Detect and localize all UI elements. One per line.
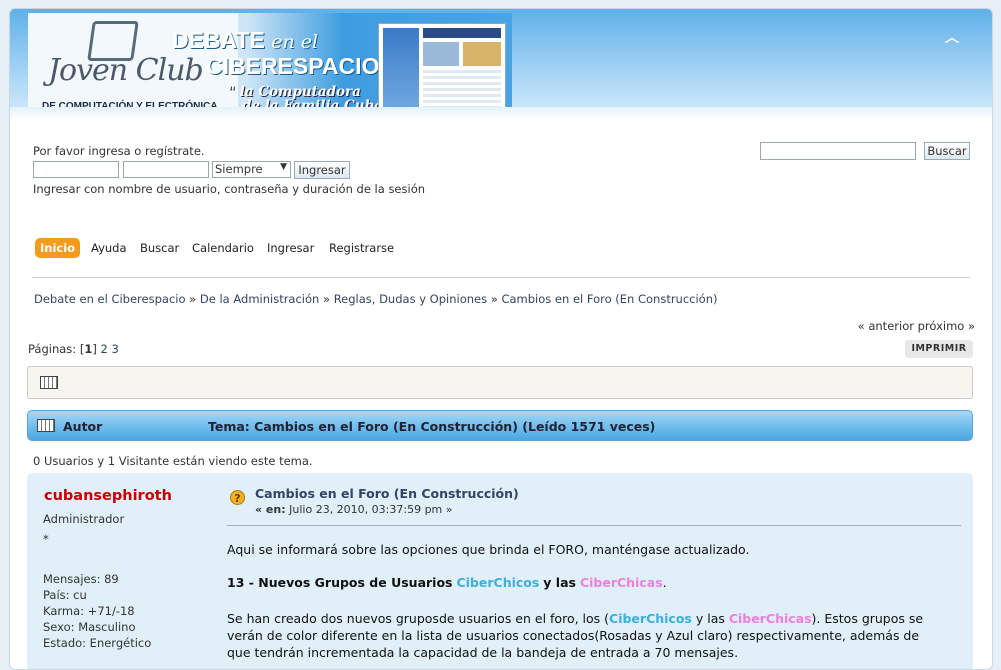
chevron-down-icon: ▼: [280, 162, 287, 172]
menu-item-ingresar[interactable]: Ingresar: [267, 238, 314, 258]
username-input[interactable]: [33, 161, 119, 178]
collapse-header-icon[interactable]: ︿: [942, 27, 962, 46]
heading-end: .: [662, 575, 667, 590]
para-line-2: verán de color diferente en la lista de …: [227, 628, 920, 643]
breadcrumb-sep: »: [490, 292, 498, 306]
pagination: Páginas: [1] 2 3: [28, 342, 119, 356]
pagination-label: Páginas:: [28, 342, 77, 356]
stat-posts: Mensajes: 89: [43, 572, 119, 586]
post-line-1: Aqui se informará sobre las opciones que…: [227, 542, 750, 557]
breadcrumb: Debate en el Ciberespacio » De la Admini…: [34, 292, 718, 306]
para-text: y las: [691, 611, 729, 626]
author-column-label: Autor: [63, 419, 103, 434]
topic-icon: [37, 419, 55, 432]
login-prompt: Por favor ingresa o regístrate.: [33, 144, 205, 158]
post-subject[interactable]: Cambios en el Foro (En Construcción): [255, 486, 519, 501]
divider: [32, 277, 970, 278]
menu-item-calendario[interactable]: Calendario: [192, 238, 254, 258]
breadcrumb-board[interactable]: Reglas, Dudas y Opiniones: [334, 292, 487, 306]
topic-title: Tema: Cambios en el Foro (En Construcció…: [208, 419, 656, 434]
header: Joven Club DE COMPUTACIÓN Y ELECTRÓNICA …: [10, 9, 992, 121]
poster-username[interactable]: cubansephiroth: [44, 488, 172, 504]
website-screenshot-image: [378, 23, 506, 113]
banner-title-line2: CIBERESPACIO: [206, 53, 380, 79]
breadcrumb-forum[interactable]: Debate en el Ciberespacio: [34, 292, 186, 306]
print-button[interactable]: IMPRIMIR: [905, 340, 973, 358]
poster-star: *: [43, 532, 49, 546]
post-date-prefix: « en:: [255, 503, 286, 516]
para-text: Se han creado dos nuevos gruposde usuari…: [227, 611, 610, 626]
topic-toolbar: [27, 366, 973, 399]
prev-next-links[interactable]: « anterior próximo »: [858, 319, 975, 333]
logo-subtitle: DE COMPUTACIÓN Y ELECTRÓNICA: [42, 101, 218, 112]
login-hint: Ingresar con nombre de usuario, contrase…: [33, 182, 426, 196]
topic-icon: [40, 376, 58, 389]
search-input[interactable]: [760, 142, 916, 160]
breadcrumb-category[interactable]: De la Administración: [200, 292, 319, 306]
banner[interactable]: Joven Club DE COMPUTACIÓN Y ELECTRÓNICA …: [28, 13, 512, 117]
post-paragraph: Se han creado dos nuevos gruposde usuari…: [227, 610, 923, 661]
page: Joven Club DE COMPUTACIÓN Y ELECTRÓNICA …: [9, 8, 993, 670]
session-duration-value: Siempre: [215, 162, 263, 176]
stat-country: País: cu: [43, 588, 87, 602]
stat-karma: Karma: +71/-18: [43, 604, 135, 618]
poster-rank: Administrador: [43, 512, 125, 526]
post-heading: 13 - Nuevos Grupos de Usuarios CiberChic…: [227, 575, 667, 590]
heading-mid: y las: [543, 575, 576, 590]
password-input[interactable]: [123, 161, 209, 178]
ciberchicos-label: CiberChicos: [609, 611, 692, 626]
page-link-3[interactable]: 3: [111, 342, 118, 356]
para-line-3: que tendrán incrementada la capacidad de…: [227, 645, 739, 660]
banner-title-line1: DEBATE en el: [172, 27, 319, 53]
page-link-2[interactable]: 2: [101, 342, 108, 356]
stat-status: Estado: Energético: [43, 636, 152, 650]
stat-gender: Sexo: Masculino: [43, 620, 136, 634]
ciberchicos-label: CiberChicos: [456, 575, 540, 590]
current-page: 1: [84, 342, 93, 356]
viewers-info: 0 Usuarios y 1 Visitante están viendo es…: [33, 454, 313, 468]
ciberchicas-label: CiberChicas: [579, 575, 663, 590]
search-button[interactable]: Buscar: [924, 142, 970, 160]
ciberchicas-label: CiberChicas: [728, 611, 812, 626]
heading-text: 13 - Nuevos Grupos de Usuarios: [227, 575, 453, 590]
post-date: « en: Julio 23, 2010, 03:37:59 pm »: [255, 503, 453, 516]
breadcrumb-sep: »: [322, 292, 331, 306]
session-duration-select[interactable]: Siempre ▼: [212, 161, 291, 178]
post-date-value: Julio 23, 2010, 03:37:59 pm »: [289, 503, 453, 516]
para-text: ). Estos grupos se: [811, 611, 924, 626]
topic-header-bar: Autor Tema: Cambios en el Foro (En Const…: [27, 410, 973, 441]
post-divider: [227, 525, 961, 526]
menu-item-registrarse[interactable]: Registrarse: [329, 238, 394, 258]
poster-stats: Mensajes: 89 País: cu Karma: +71/-18 Sex…: [43, 571, 151, 651]
logo-script: Joven Club: [48, 53, 204, 88]
menu-item-ayuda[interactable]: Ayuda: [91, 238, 127, 258]
question-icon: ?: [230, 490, 245, 505]
login-button[interactable]: Ingresar: [294, 161, 350, 179]
menu-item-buscar[interactable]: Buscar: [140, 238, 179, 258]
breadcrumb-topic[interactable]: Cambios en el Foro (En Construcción): [501, 292, 717, 306]
breadcrumb-sep: »: [189, 292, 197, 306]
menu-item-inicio[interactable]: Inicio: [35, 238, 81, 258]
